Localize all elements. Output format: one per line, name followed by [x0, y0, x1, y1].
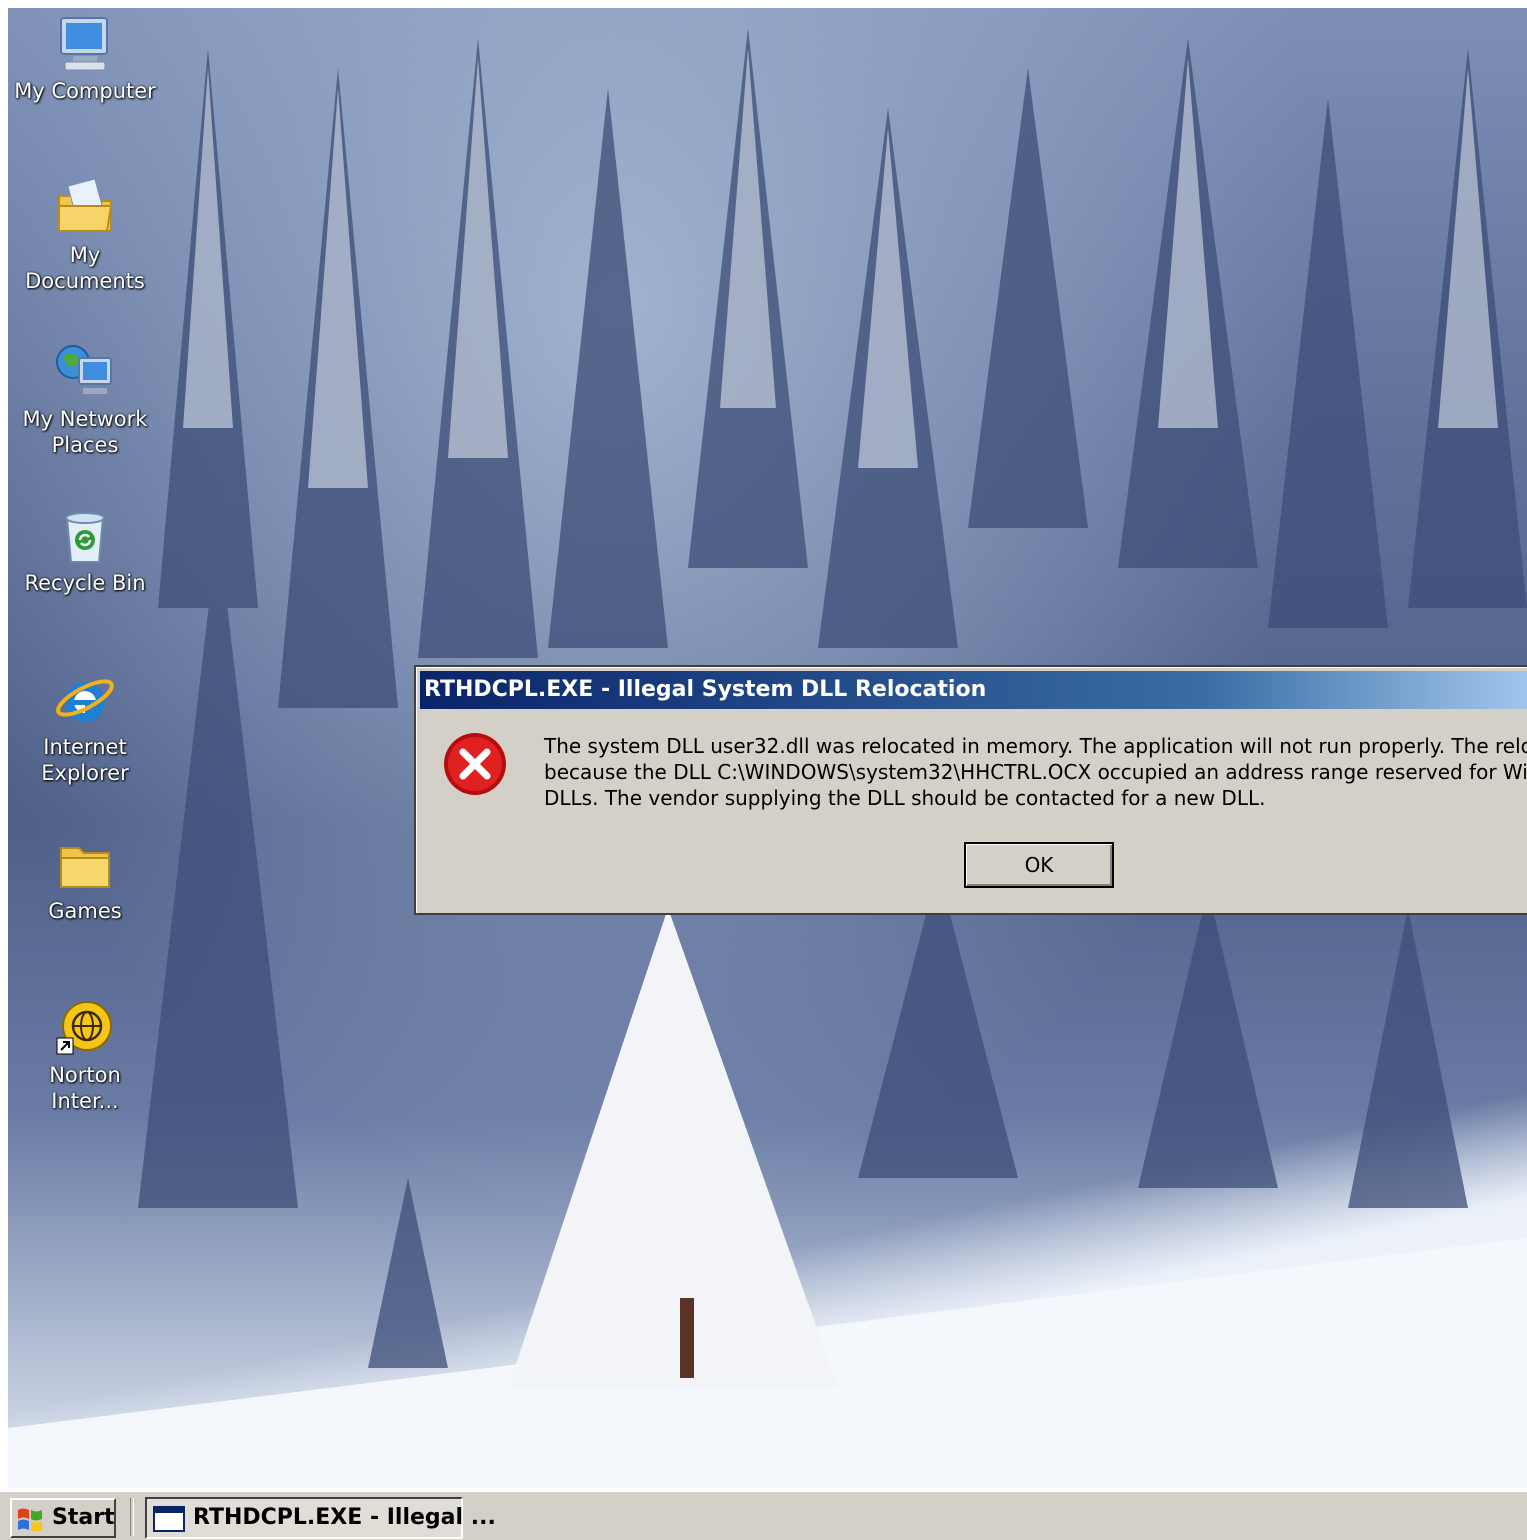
taskbar-button-label: RTHDCPL.EXE - Illegal ... — [193, 1505, 496, 1530]
taskbar-separator — [130, 1498, 134, 1536]
dialog-message: The system DLL user32.dll was relocated … — [544, 733, 1527, 811]
desktop-icon-games[interactable]: Games — [8, 832, 162, 924]
taskbar-button-rthdcpl[interactable]: RTHDCPL.EXE - Illegal ... — [145, 1497, 496, 1539]
taskbar: Start RTHDCPL.EXE - Illegal ... — [0, 1490, 1527, 1540]
error-icon — [444, 733, 506, 795]
my-network-places-icon — [56, 345, 112, 394]
dialog-title: RTHDCPL.EXE - Illegal System DLL Relocat… — [424, 677, 987, 702]
desktop-icon-label: My Documents — [25, 243, 145, 293]
norton-icon — [56, 1001, 112, 1055]
my-computer-icon — [60, 17, 108, 71]
desktop-icon-my-documents[interactable]: My Documents — [8, 176, 162, 294]
desktop-icon-my-network-places[interactable]: My Network Places — [8, 340, 162, 458]
desktop-icon-label: Norton Inter... — [49, 1063, 121, 1113]
desktop-icon-label: Recycle Bin — [24, 571, 146, 595]
start-button[interactable]: Start — [10, 1498, 116, 1538]
window-icon — [153, 1506, 185, 1532]
desktop-icon-label: My Network Places — [22, 407, 148, 457]
folder-icon — [60, 847, 110, 888]
error-dialog: RTHDCPL.EXE - Illegal System DLL Relocat… — [414, 665, 1527, 915]
dialog-message-line: DLLs. The vendor supplying the DLL shoul… — [544, 786, 1266, 810]
desktop-icon-label: Games — [48, 899, 122, 923]
ok-button[interactable]: OK — [964, 842, 1114, 888]
my-documents-icon — [58, 178, 113, 232]
windows-logo-icon — [18, 1508, 42, 1532]
start-label: Start — [52, 1505, 115, 1530]
recycle-bin-icon — [65, 512, 105, 563]
desktop-icon-my-computer[interactable]: My Computer — [8, 12, 162, 104]
internet-explorer-icon — [56, 679, 114, 722]
desktop-icon-internet-explorer[interactable]: Internet Explorer — [8, 668, 162, 786]
desktop-icon-label: My Computer — [14, 79, 156, 103]
dialog-message-line: because the DLL C:\WINDOWS\system32\HHCT… — [544, 760, 1527, 784]
desktop-icon-recycle-bin[interactable]: Recycle Bin — [8, 504, 162, 596]
dialog-message-line: The system DLL user32.dll was relocated … — [544, 734, 1527, 758]
desktop-icon-label: Internet Explorer — [41, 735, 129, 785]
desktop-icon-norton[interactable]: Norton Inter... — [8, 996, 162, 1114]
dialog-title-bar[interactable]: RTHDCPL.EXE - Illegal System DLL Relocat… — [420, 671, 1527, 709]
